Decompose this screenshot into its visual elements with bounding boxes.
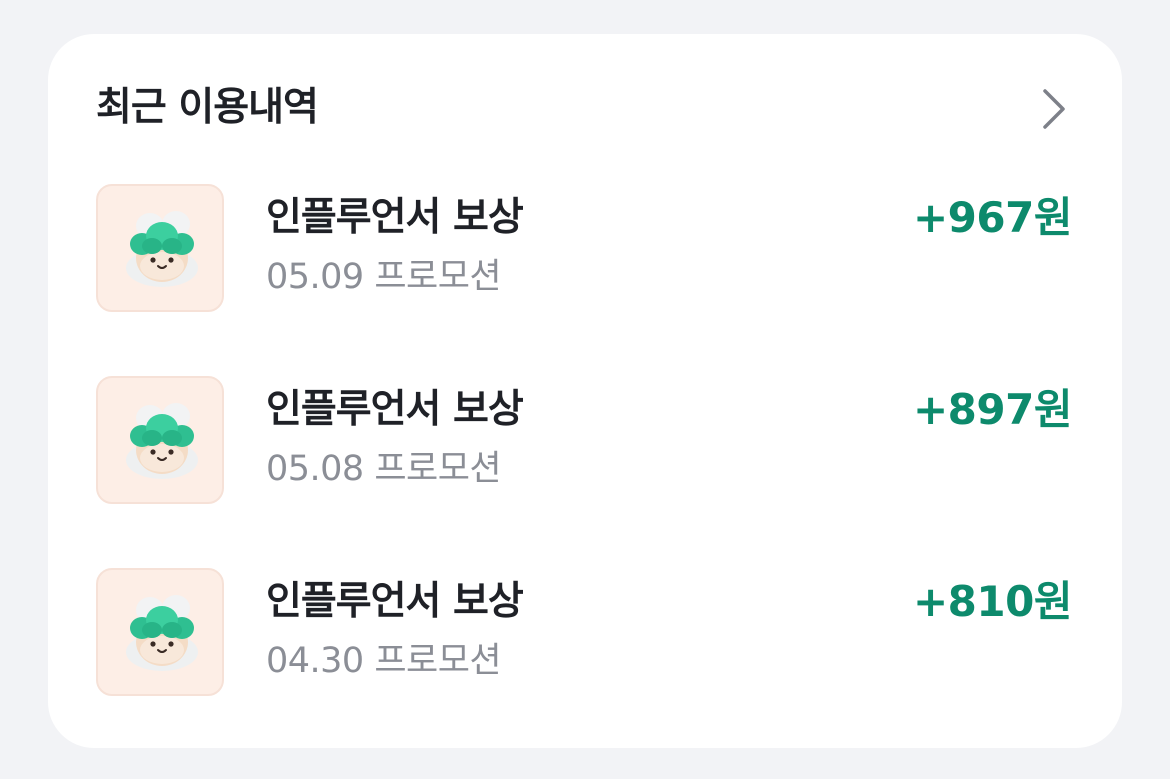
mascot-thumbnail — [96, 184, 224, 312]
mascot-icon — [126, 211, 198, 287]
transaction-title: 인플루언서 보상 — [266, 579, 524, 624]
mascot-thumbnail — [96, 376, 224, 504]
chevron-right-icon[interactable] — [1034, 86, 1074, 132]
transaction-title: 인플루언서 보상 — [266, 387, 524, 432]
mascot-icon — [126, 595, 198, 671]
transaction-subtitle: 05.09 프로모션 — [266, 257, 502, 297]
transaction-title: 인플루언서 보상 — [266, 195, 524, 240]
transaction-row[interactable]: 인플루언서 보상 05.09 프로모션 +967원 — [96, 184, 1076, 316]
transaction-amount: +967원 — [912, 193, 1073, 242]
transaction-amount: +897원 — [912, 385, 1073, 434]
mascot-thumbnail — [96, 568, 224, 696]
transaction-row[interactable]: 인플루언서 보상 05.08 프로모션 +897원 — [96, 376, 1076, 508]
transaction-subtitle: 05.08 프로모션 — [266, 449, 502, 489]
transaction-row[interactable]: 인플루언서 보상 04.30 프로모션 +810원 — [96, 568, 1076, 700]
transaction-amount: +810원 — [912, 577, 1073, 626]
mascot-icon — [126, 403, 198, 479]
card-title: 최근 이용내역 — [96, 85, 319, 130]
transaction-subtitle: 04.30 프로모션 — [266, 641, 502, 681]
